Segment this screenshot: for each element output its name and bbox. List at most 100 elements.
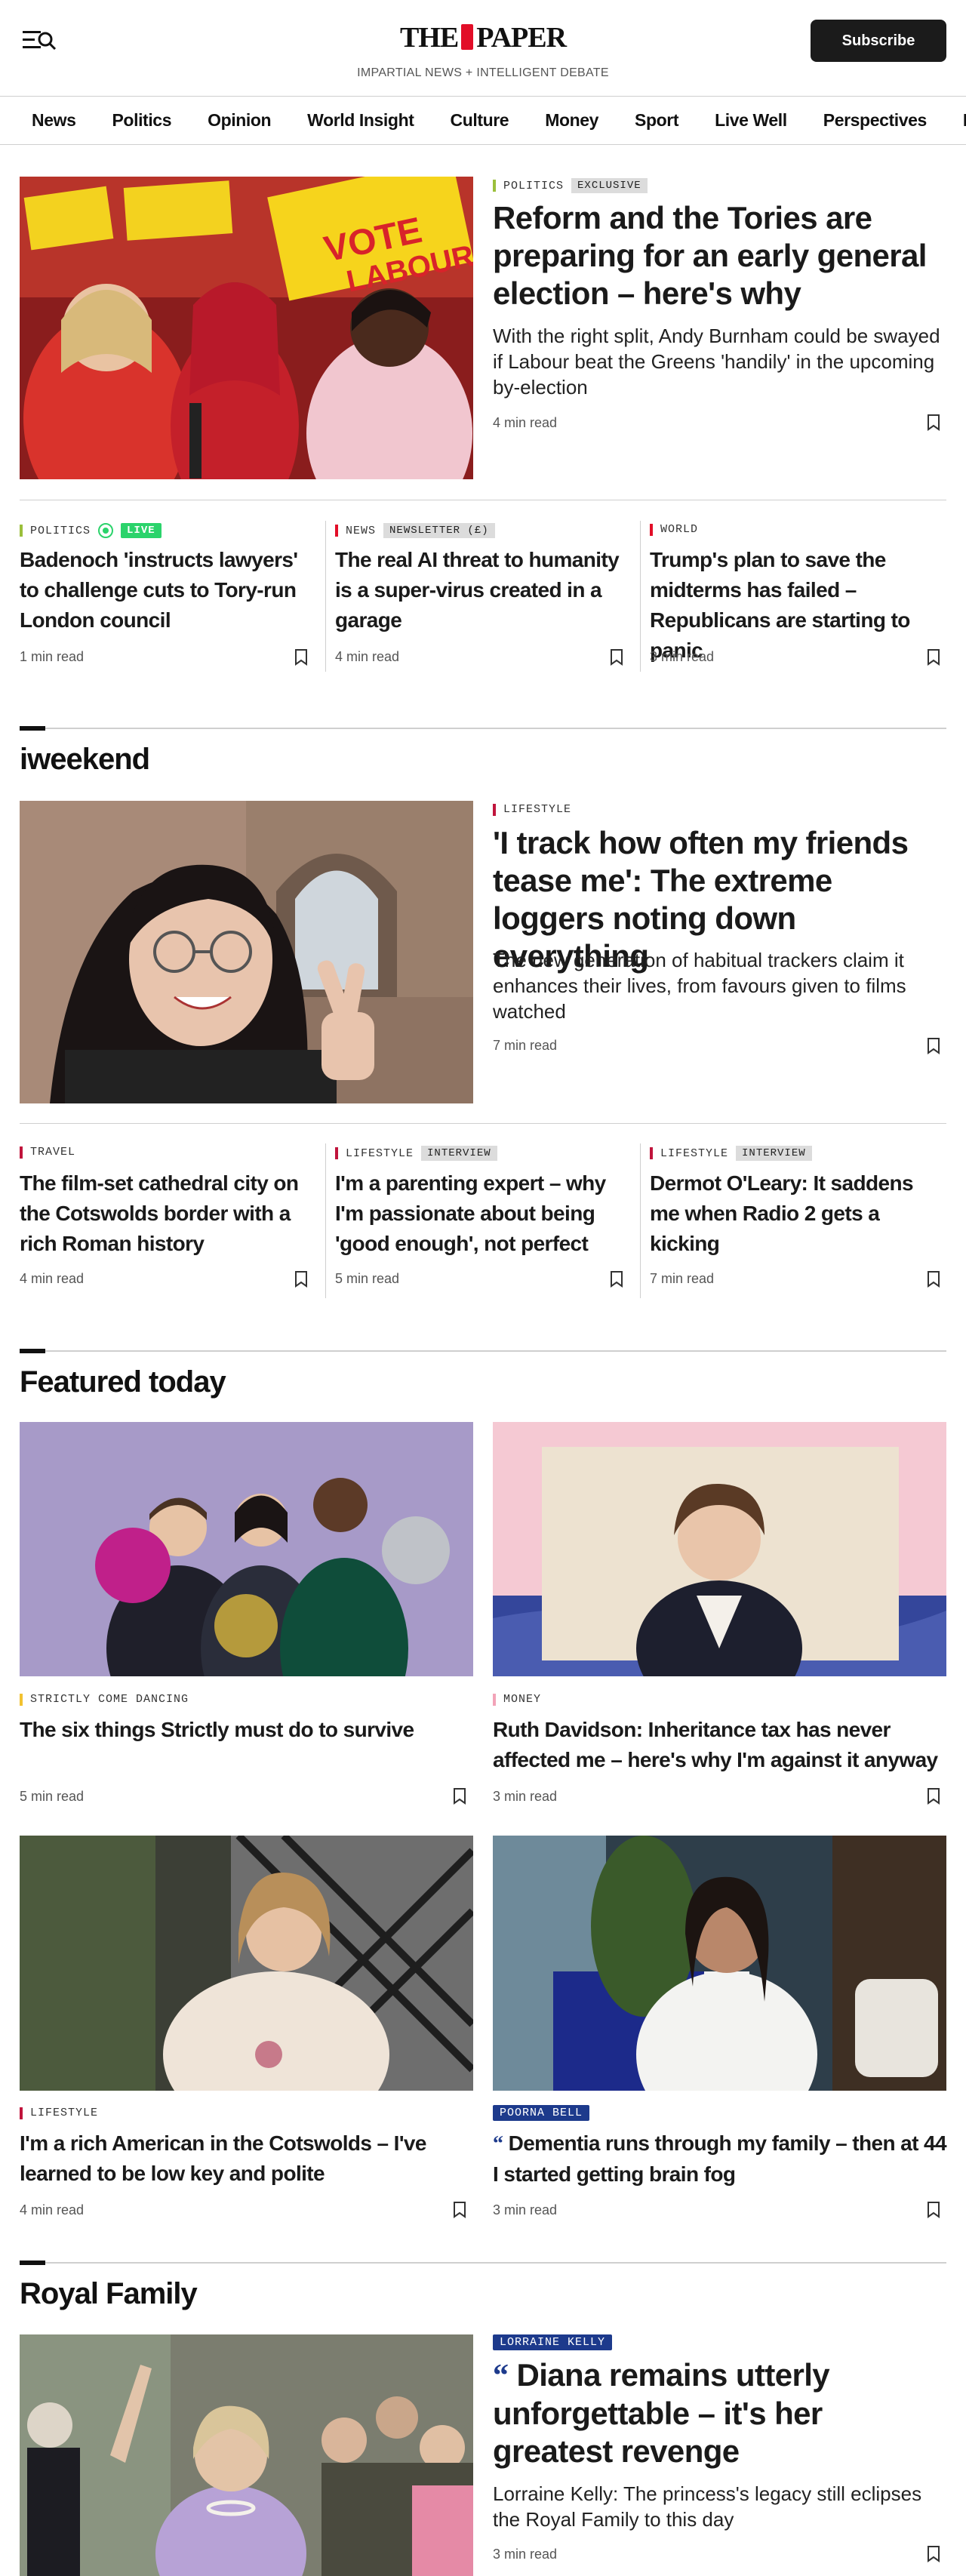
tag-color-bar [650, 523, 653, 536]
iweekend-item-2-read-time: 5 min read [335, 1271, 400, 1286]
featured-1-tag: STRICTLY COME DANCING [20, 1693, 189, 1706]
opinion-quote-icon: “ [493, 2132, 503, 2156]
bookmark-icon[interactable] [927, 1038, 940, 1054]
nav-item-news[interactable]: News [0, 110, 94, 131]
nav-item-culture[interactable]: Culture [432, 110, 527, 131]
nav-item-puzzles[interactable]: Puzzles [945, 110, 966, 131]
nav-item-live-well[interactable]: Live Well [697, 110, 805, 131]
featured-2-image[interactable] [493, 1422, 946, 1676]
tag-color-bar [20, 525, 23, 537]
iweekend-item-2-headline[interactable]: I'm a parenting expert – why I'm passion… [335, 1168, 633, 1259]
exclusive-badge: EXCLUSIVE [571, 178, 648, 193]
iweekend-item-1-tag: TRAVEL [20, 1146, 75, 1159]
author-badge[interactable]: POORNA BELL [493, 2105, 590, 2121]
iweekend-item-3-headline[interactable]: Dermot O'Leary: It saddens me when Radio… [650, 1168, 948, 1259]
iweekend-item-2-tag-label[interactable]: LIFESTYLE [346, 1147, 414, 1160]
featured-1-read-time: 5 min read [20, 1789, 85, 1804]
iweekend-lead-tag-label[interactable]: LIFESTYLE [503, 803, 571, 816]
logo-text-left: THE [399, 22, 459, 54]
nav-item-opinion[interactable]: Opinion [189, 110, 289, 131]
royal-lead-headline[interactable]: “ Diana remains utterly unforgettable – … [493, 2356, 946, 2470]
nav-item-perspectives[interactable]: Perspectives [805, 110, 945, 131]
nav-item-money[interactable]: Money [527, 110, 617, 131]
iweekend-item-2-tag: LIFESTYLE INTERVIEW [335, 1146, 497, 1161]
tag-color-bar [335, 525, 338, 537]
royal-lead-image[interactable] [20, 2334, 473, 2576]
secondary-2-read-time: 4 min read [335, 649, 400, 664]
royal-lead-standfirst: Lorraine Kelly: The princess's legacy st… [493, 2482, 922, 2531]
bookmark-icon[interactable] [294, 1271, 308, 1288]
subscribe-button[interactable]: Subscribe [811, 20, 946, 62]
secondary-3-read-time: 3 min read [650, 649, 715, 664]
tag-color-bar [20, 2107, 23, 2119]
nav-item-sport[interactable]: Sport [617, 110, 697, 131]
iweekend-lead-standfirst: The new generation of habitual trackers … [493, 949, 906, 1023]
secondary-3-tag-label[interactable]: WORLD [660, 523, 698, 536]
opinion-quote-icon: “ [493, 2359, 509, 2393]
iweekend-item-3-tag-label[interactable]: LIFESTYLE [660, 1147, 728, 1160]
author-badge[interactable]: LORRAINE KELLY [493, 2334, 613, 2350]
featured-3-tag: LIFESTYLE [20, 2107, 98, 2119]
featured-1-headline[interactable]: The six things Strictly must do to survi… [20, 1715, 473, 1745]
lead-image[interactable]: VOTE LABOUR [20, 177, 473, 479]
column-divider [325, 1143, 326, 1298]
live-indicator-icon [98, 523, 114, 538]
site-header: THE PAPER IMPARTIAL NEWS + INTELLIGENT DE… [0, 0, 966, 97]
featured-2-headline[interactable]: Ruth Davidson: Inheritance tax has never… [493, 1715, 946, 1775]
iweekend-lead-image[interactable] [20, 801, 473, 1103]
tag-color-bar [650, 1147, 653, 1159]
featured-3-headline[interactable]: I'm a rich American in the Cotswolds – I… [20, 2128, 473, 2189]
bookmark-icon[interactable] [927, 1271, 940, 1288]
bookmark-icon[interactable] [294, 649, 308, 666]
section-rule [20, 726, 946, 731]
main-nav: News Politics Opinion World Insight Cult… [0, 97, 966, 145]
featured-3-image[interactable] [20, 1836, 473, 2091]
live-badge: LIVE [121, 523, 162, 538]
bookmark-icon[interactable] [927, 2202, 940, 2218]
section-title-royal-family[interactable]: Royal Family [20, 2277, 198, 2311]
nav-item-world-insight[interactable]: World Insight [289, 110, 432, 131]
featured-4-headline-text: Dementia runs through my family – then a… [493, 2131, 947, 2186]
featured-4-image[interactable] [493, 1836, 946, 2091]
lead-read-time: 4 min read [493, 415, 558, 430]
site-tagline: IMPARTIAL NEWS + INTELLIGENT DEBATE [357, 66, 609, 79]
bookmark-icon[interactable] [927, 414, 940, 431]
section-rule [20, 2261, 946, 2265]
bookmark-icon[interactable] [453, 1788, 466, 1805]
secondary-2-tag: NEWS NEWSLETTER (£) [335, 523, 495, 538]
lead-headline[interactable]: Reform and the Tories are preparing for … [493, 199, 946, 312]
royal-lead-headline-text: Diana remains utterly unforgettable – it… [493, 2357, 830, 2469]
bookmark-icon[interactable] [453, 2202, 466, 2218]
featured-3-tag-label[interactable]: LIFESTYLE [30, 2107, 98, 2119]
featured-2-tag-label[interactable]: MONEY [503, 1693, 541, 1706]
featured-4-read-time: 3 min read [493, 2202, 558, 2217]
featured-1-image[interactable] [20, 1422, 473, 1676]
royal-lead-read-time: 3 min read [493, 2547, 558, 2562]
secondary-2-tag-label[interactable]: NEWS [346, 525, 376, 537]
lead-tag-label[interactable]: POLITICS [503, 180, 564, 192]
lead-standfirst: With the right split, Andy Burnham could… [493, 325, 940, 399]
bookmark-icon[interactable] [610, 649, 623, 666]
bookmark-icon[interactable] [927, 649, 940, 666]
page: THE PAPER IMPARTIAL NEWS + INTELLIGENT DE… [0, 0, 966, 2576]
secondary-2-headline[interactable]: The real AI threat to humanity is a supe… [335, 545, 633, 636]
secondary-3-headline[interactable]: Trump's plan to save the midterms has fa… [650, 545, 948, 666]
nav-item-politics[interactable]: Politics [94, 110, 189, 131]
featured-1-tag-label[interactable]: STRICTLY COME DANCING [30, 1693, 189, 1706]
tag-color-bar [20, 1693, 23, 1706]
bookmark-icon[interactable] [927, 2546, 940, 2562]
iweekend-item-1-read-time: 4 min read [20, 1271, 85, 1286]
secondary-1-headline[interactable]: Badenoch 'instructs lawyers' to challeng… [20, 545, 318, 636]
section-title-featured[interactable]: Featured today [20, 1365, 226, 1399]
interview-badge: INTERVIEW [736, 1146, 812, 1161]
iweekend-item-1-headline[interactable]: The film-set cathedral city on the Cotsw… [20, 1168, 318, 1259]
featured-4-headline[interactable]: “ Dementia runs through my family – then… [493, 2128, 947, 2190]
featured-2-read-time: 3 min read [493, 1789, 558, 1804]
section-title-iweekend[interactable]: iweekend [20, 743, 150, 777]
tag-color-bar [20, 1146, 23, 1159]
iweekend-item-1-tag-label[interactable]: TRAVEL [30, 1146, 75, 1159]
newsletter-badge: NEWSLETTER (£) [383, 523, 495, 538]
bookmark-icon[interactable] [610, 1271, 623, 1288]
bookmark-icon[interactable] [927, 1788, 940, 1805]
secondary-1-tag-label[interactable]: POLITICS [30, 525, 91, 537]
